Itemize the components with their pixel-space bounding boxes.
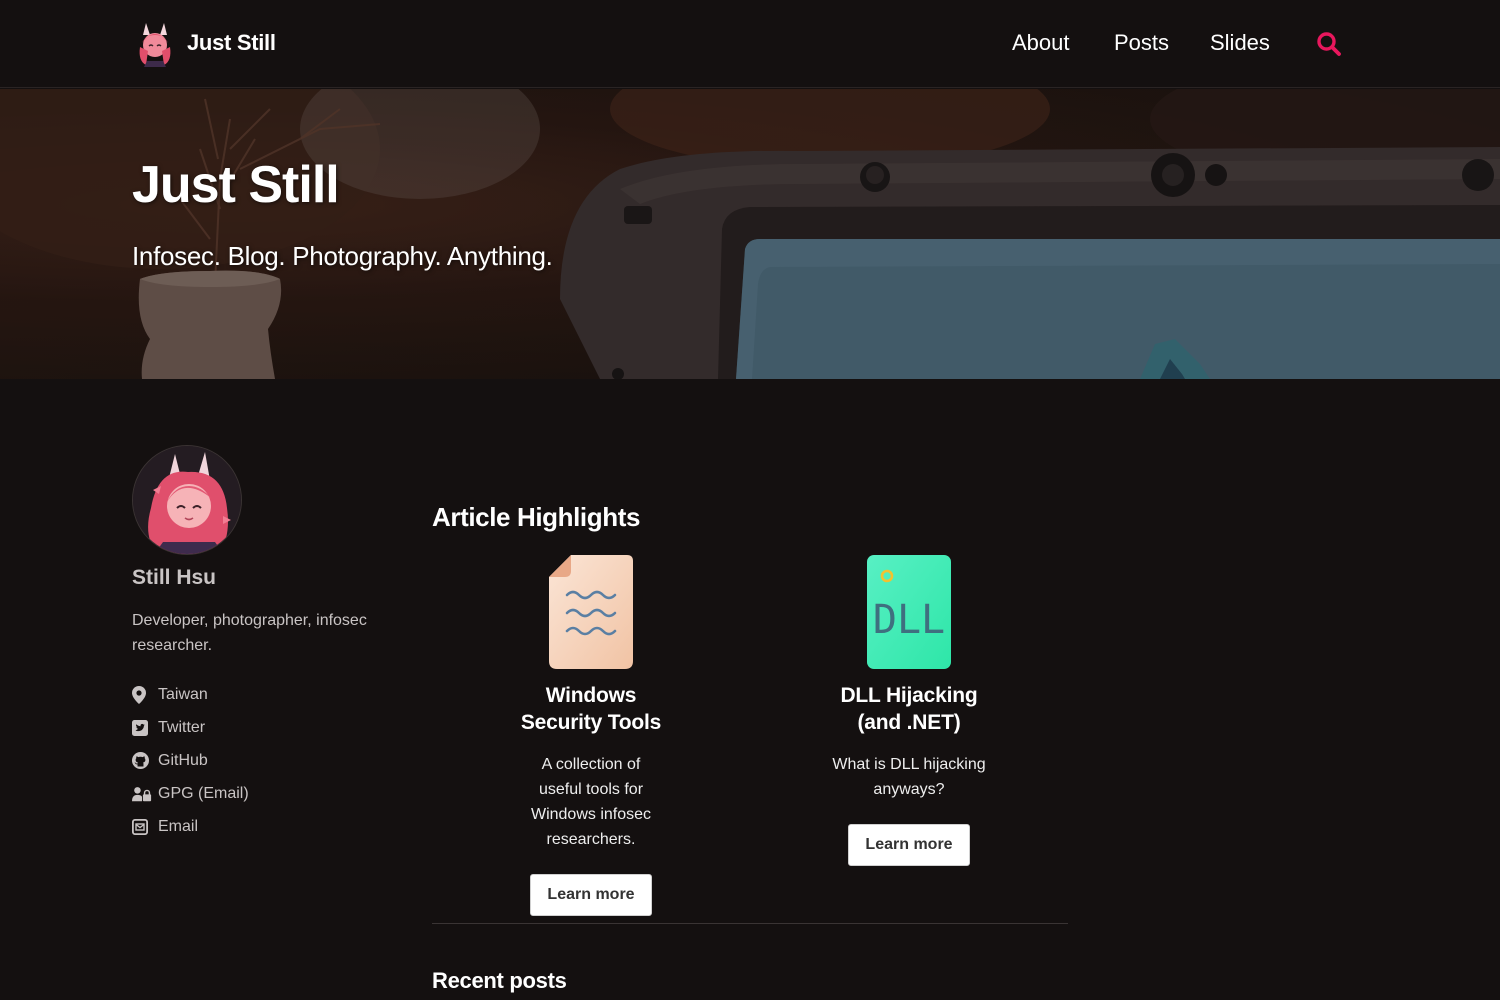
user-lock-icon (132, 784, 152, 804)
recent-posts-heading: Recent posts (432, 968, 567, 993)
twitter-square-icon (132, 718, 152, 738)
author-link-label: GitHub (158, 751, 208, 769)
site-title[interactable]: Just Still (187, 30, 276, 56)
feature-card-dll-hijacking: DLL DLL Hijacking (and .NET) What is DLL… (789, 555, 1029, 866)
feature-card-windows-security-tools: Windows Security Tools A collection of u… (471, 555, 711, 916)
author-bio: Developer, photographer, infosec researc… (132, 612, 367, 654)
search-icon[interactable] (1316, 31, 1342, 57)
author-name: Still Hsu (132, 566, 217, 589)
dll-file-icon[interactable]: DLL (867, 555, 951, 669)
author-link-gpg[interactable]: GPG (Email) (132, 777, 249, 810)
author-link-location[interactable]: Taiwan (132, 678, 249, 711)
document-icon[interactable] (549, 555, 633, 669)
avatar-illustration (133, 446, 241, 554)
feature-title[interactable]: DLL Hijacking (and .NET) (789, 682, 1029, 736)
dll-label: DLL (873, 597, 945, 643)
author-link-label: Email (158, 817, 199, 835)
map-marker-icon (132, 685, 152, 705)
author-link-label: Twitter (158, 718, 206, 736)
masthead: Just Still About Posts Slides (0, 0, 1500, 88)
author-link-label: Taiwan (158, 685, 208, 703)
feature-excerpt: A collection of useful tools for Windows… (530, 756, 652, 848)
author-avatar (132, 445, 242, 555)
learn-more-button[interactable]: Learn more (848, 824, 970, 866)
hero-background-photo (0, 89, 1500, 379)
author-link-github[interactable]: GitHub (132, 744, 249, 777)
hero-banner: Just Still Infosec. Blog. Photography. A… (0, 89, 1500, 379)
github-icon (132, 751, 152, 771)
feature-excerpt: What is DLL hijacking anyways? (832, 756, 986, 798)
article-highlights-heading: Article Highlights (432, 502, 641, 532)
hero-title: Just Still (132, 156, 340, 214)
nav-posts-link[interactable]: Posts (1114, 30, 1169, 56)
author-link-email[interactable]: Email (132, 810, 249, 843)
hero-tagline: Infosec. Blog. Photography. Anything. (132, 241, 553, 271)
nav-about-link[interactable]: About (1012, 30, 1070, 56)
learn-more-button[interactable]: Learn more (530, 874, 652, 916)
nav-slides-link[interactable]: Slides (1210, 30, 1270, 56)
section-divider (432, 923, 1068, 924)
site-logo[interactable] (134, 21, 176, 67)
feature-title[interactable]: Windows Security Tools (471, 682, 711, 736)
envelope-square-icon (132, 817, 152, 837)
author-link-twitter[interactable]: Twitter (132, 711, 249, 744)
author-links: Taiwan Twitter GitHub GPG (Email) Email (132, 678, 249, 843)
author-link-label: GPG (Email) (158, 784, 249, 802)
